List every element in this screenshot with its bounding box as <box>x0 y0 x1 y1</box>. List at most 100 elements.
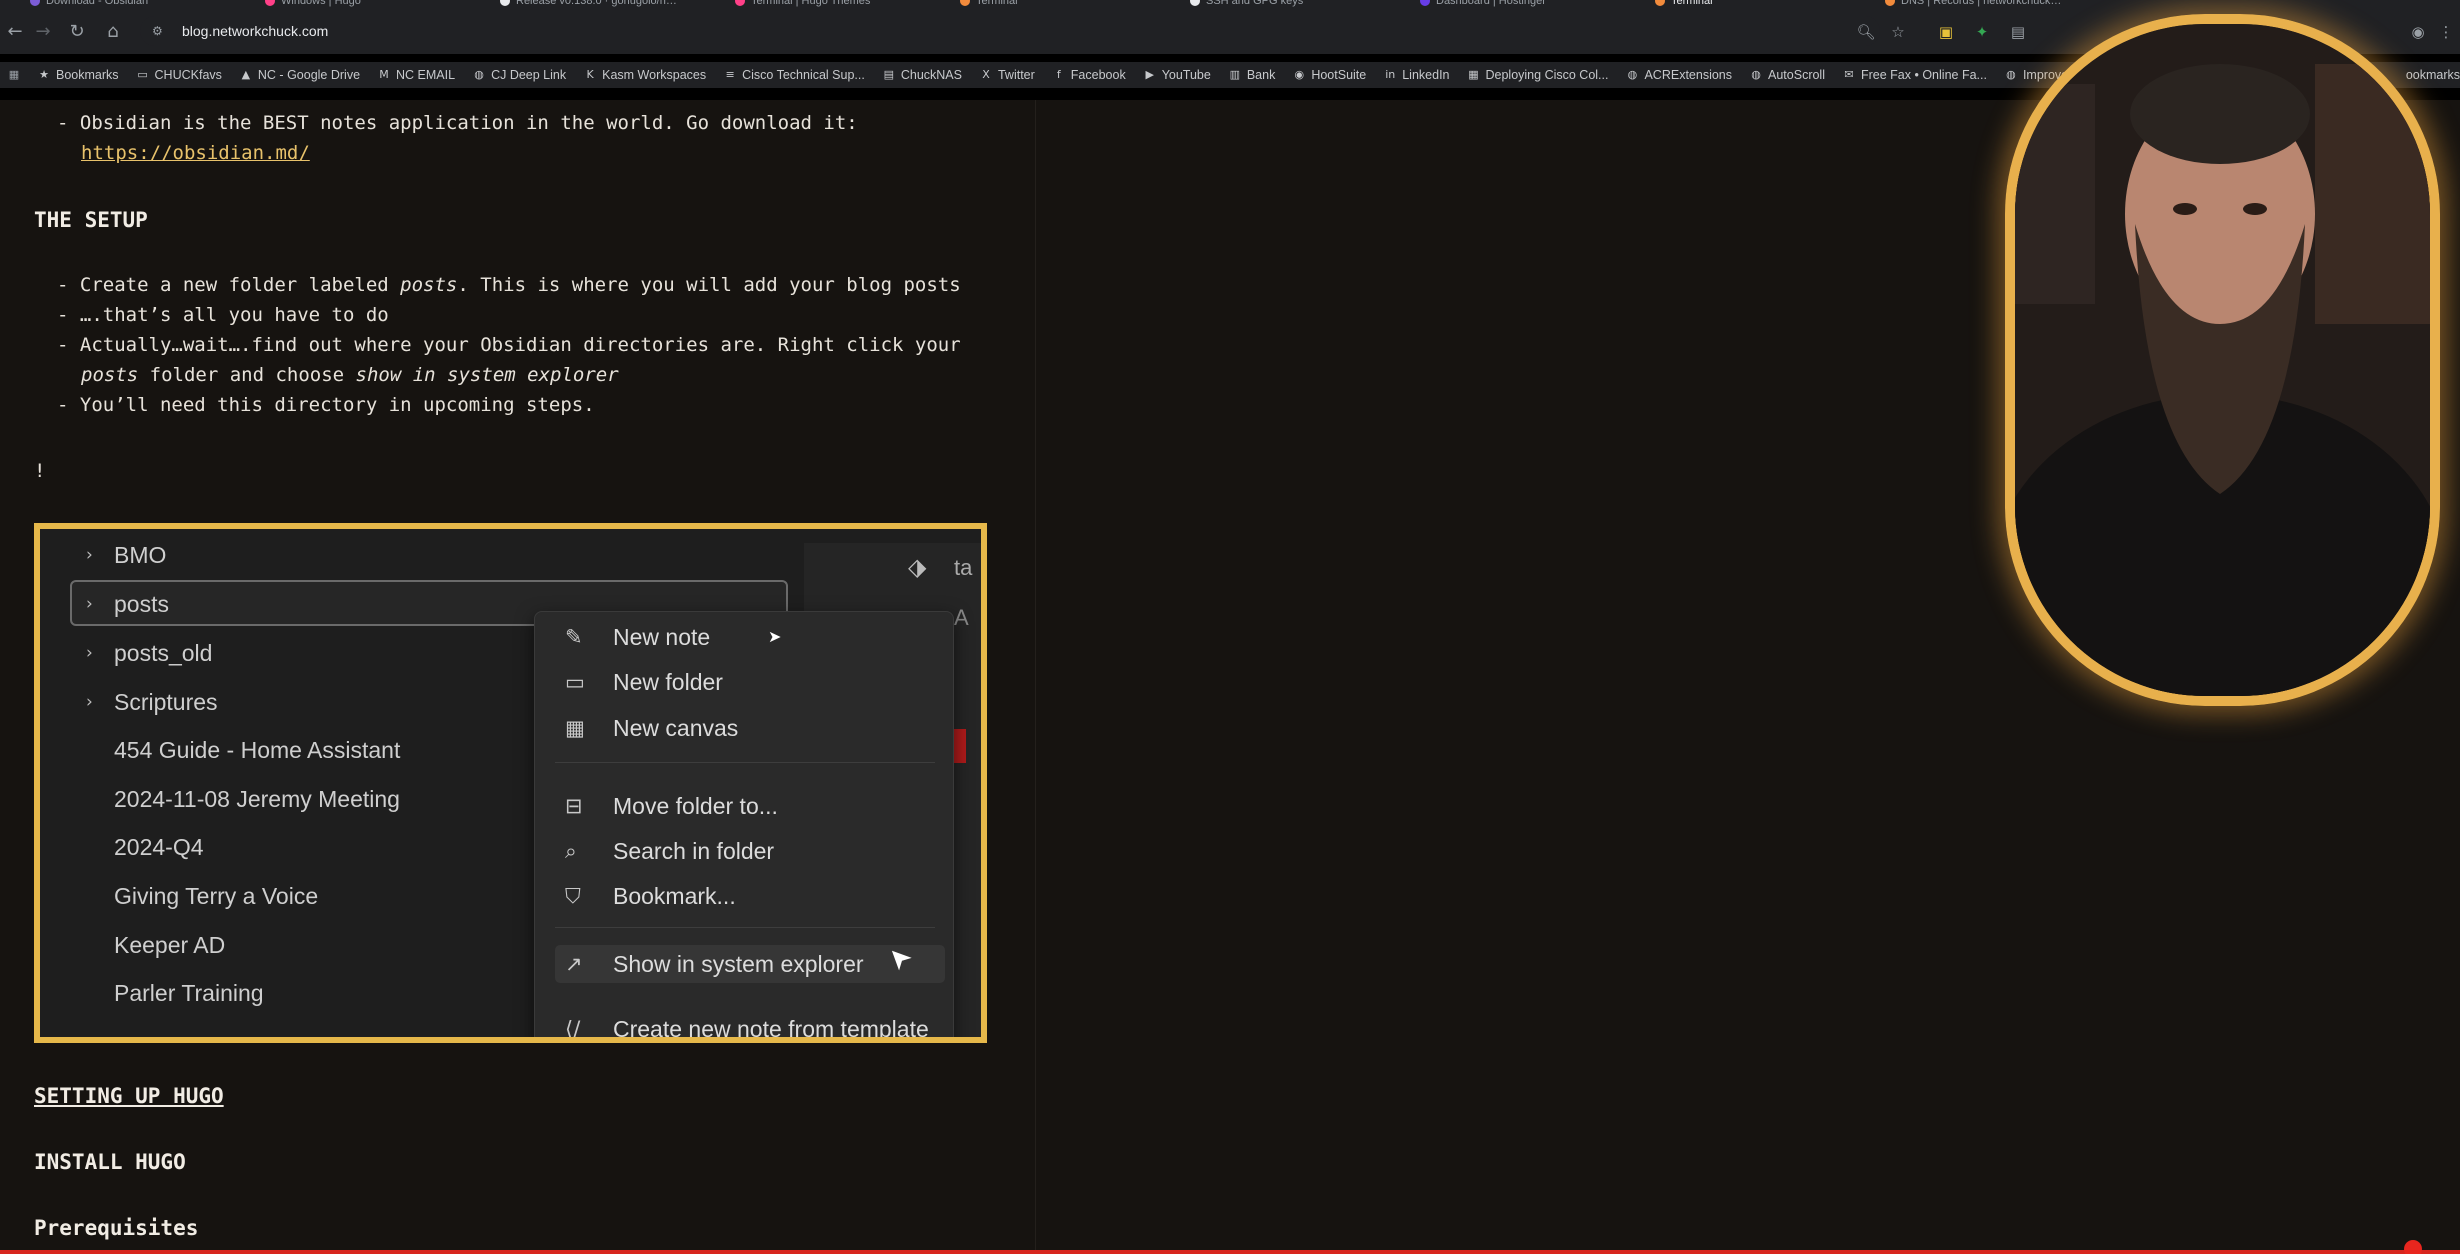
bookmark-item[interactable]: ★ Bookmarks <box>38 68 119 82</box>
setup-heading: THE SETUP <box>34 208 148 232</box>
bookmark-item[interactable]: ▤ ChuckNAS <box>883 68 962 82</box>
menu-icon[interactable]: ⋮ <box>2436 22 2456 42</box>
browser-tab[interactable]: DNS | Records | networkchuck… <box>1885 0 2061 8</box>
tree-folder[interactable]: › Scriptures <box>40 682 500 722</box>
tab-title: Dashboard | Hostinger <box>1436 0 1546 7</box>
chevron-right-icon[interactable]: › <box>86 643 93 663</box>
tree-file[interactable]: Keeper AD <box>40 925 500 965</box>
extension-icon-3[interactable]: ▤ <box>2008 22 2028 42</box>
setup-bullet-2: - ….that’s all you have to do <box>57 304 389 326</box>
context-menu-item[interactable]: ▭ New folder <box>555 663 945 701</box>
bookmark-item[interactable]: ▥ Bank <box>1229 68 1276 82</box>
tree-item-label: Keeper AD <box>114 931 226 958</box>
bookmark-item[interactable]: ▦ Deploying Cisco Col... <box>1468 68 1608 82</box>
canvas-icon: ▦ <box>565 716 585 740</box>
browser-tab[interactable]: Terminal <box>960 0 1018 8</box>
linkedin-icon: in <box>1385 68 1396 81</box>
tab-title: DNS | Records | networkchuck… <box>1901 0 2062 7</box>
tree-item-label: 454 Guide - Home Assistant <box>114 736 401 763</box>
bookmark-label: AutoScroll <box>1768 68 1825 82</box>
bookmark-label: Bank <box>1246 68 1276 82</box>
obsidian-link[interactable]: https://obsidian.md/ <box>81 142 310 164</box>
context-menu-item[interactable]: ✎ New note <box>555 618 945 656</box>
chevron-right-icon[interactable]: › <box>86 545 93 565</box>
context-menu-item[interactable]: ⌕ Search in folder <box>555 832 945 870</box>
tab-strip: Download - Obsidian Windows | Hugo Release… <box>0 0 2460 8</box>
star-icon: ★ <box>39 68 49 81</box>
video-progress-bar[interactable] <box>0 1250 2460 1254</box>
apps-icon[interactable]: ▦ <box>8 69 20 81</box>
bookmark-label: ChuckNAS <box>900 68 962 82</box>
browser-tab[interactable]: Download - Obsidian <box>30 0 148 8</box>
context-menu-label: Move folder to... <box>613 792 778 819</box>
edit-icon: ✎ <box>565 625 583 649</box>
bookmark-item[interactable]: ▭ CHUCKfavs <box>137 68 222 82</box>
browser-tab[interactable]: Windows | Hugo <box>265 0 361 8</box>
browser-tab[interactable]: Release v0.138.0 · gohugoio/h… <box>500 0 677 8</box>
bookmark-item[interactable]: ◍ AutoScroll <box>1750 68 1825 82</box>
tree-folder[interactable]: › posts_old <box>40 633 500 673</box>
cisco-icon: ≡ <box>725 68 735 81</box>
profile-icon[interactable]: ◉ <box>2408 22 2428 42</box>
browser-tab[interactable]: Terminal | Hugo Themes <box>735 0 870 8</box>
tree-file[interactable]: Giving Terry a Voice <box>40 876 500 916</box>
bookmark-label: NC - Google Drive <box>257 68 361 82</box>
hootsuite-icon: ◉ <box>1294 68 1305 81</box>
extension-icon[interactable]: ▣ <box>1936 22 1956 42</box>
context-menu-item[interactable]: ⊟ Move folder to... <box>555 787 945 825</box>
kasm-icon: K <box>586 68 594 81</box>
browser-tab[interactable]: Terminal <box>1655 0 1713 8</box>
bookmark-item[interactable]: ◍ ACRExtensions <box>1626 68 1732 82</box>
chevron-right-icon[interactable]: › <box>86 692 93 712</box>
presenter-image <box>2015 24 2430 696</box>
browser-tab[interactable]: SSH and GPG keys <box>1190 0 1303 8</box>
zoom-icon[interactable]: 🔍︎ <box>1856 22 1876 42</box>
context-menu-item[interactable]: ⟨/ Create new note from template <box>555 1010 945 1038</box>
bookmark-item[interactable]: M NC EMAIL <box>378 68 455 82</box>
tree-file[interactable]: Parler Training <box>40 973 500 1013</box>
bookmark-item[interactable]: ▶ YouTube <box>1144 68 1211 82</box>
tree-file[interactable]: 2024-11-08 Jeremy Meeting <box>40 779 500 819</box>
fax-icon: ✉ <box>1844 68 1854 81</box>
reload-icon[interactable]: ↻ <box>62 16 92 46</box>
tree-folder[interactable]: › BMO <box>40 535 500 575</box>
address-bar[interactable]: ⚙ blog.networkchuck.com <box>140 16 1880 46</box>
extension-icon-2[interactable]: ✦ <box>1972 22 1992 42</box>
home-icon[interactable]: ⌂ <box>98 16 128 46</box>
move-icon: ⊟ <box>565 794 583 818</box>
bookmark-item[interactable]: ◍ CJ Deep Link <box>473 68 566 82</box>
bookmark-item[interactable]: ▲ NC - Google Drive <box>240 68 360 82</box>
globe-icon: ◍ <box>2006 68 2016 81</box>
chevron-right-icon[interactable]: › <box>86 594 93 614</box>
bookmark-label: YouTube <box>1161 68 1211 82</box>
tree-item-label: posts <box>114 590 169 617</box>
bookmark-item[interactable]: K Kasm Workspaces <box>584 68 707 82</box>
site-info-icon[interactable]: ⚙ <box>152 24 166 38</box>
tree-folder[interactable]: › posts <box>40 584 500 624</box>
drive-icon: ▲ <box>241 68 251 81</box>
bookmark-item[interactable]: f Facebook <box>1053 68 1126 82</box>
bookmark-item[interactable]: ✉ Free Fax • Online Fa... <box>1843 68 1987 82</box>
context-menu-item[interactable]: ▦ New canvas <box>555 709 945 747</box>
tree-file[interactable]: 454 Guide - Home Assistant <box>40 730 500 770</box>
tab-favicon-icon <box>1420 0 1430 6</box>
bookmark-star-icon[interactable]: ☆ <box>1888 22 1908 42</box>
tree-item-label: Parler Training <box>114 979 264 1006</box>
tree-item-label: BMO <box>114 541 167 568</box>
bookmark-item[interactable]: X Twitter <box>980 68 1035 82</box>
tab-title: Terminal <box>976 0 1018 7</box>
bookmarks-overflow[interactable]: ookmarks <box>2406 68 2460 82</box>
bookmark-item[interactable]: ◉ HootSuite <box>1293 68 1367 82</box>
bookmark-label: Bookmarks <box>56 68 119 82</box>
back-icon[interactable]: ← <box>0 16 30 46</box>
nas-icon: ▤ <box>883 68 895 81</box>
bookmark-item[interactable]: in LinkedIn <box>1384 68 1449 82</box>
tree-file[interactable]: 2024-Q4 <box>40 827 500 867</box>
bookmark-item[interactable]: ≡ Cisco Technical Sup... <box>724 68 864 82</box>
bookmark-label: Facebook <box>1070 68 1126 82</box>
globe-icon: ◍ <box>1627 68 1638 81</box>
browser-tab[interactable]: Dashboard | Hostinger <box>1420 0 1546 8</box>
forward-icon[interactable]: → <box>28 16 58 46</box>
context-menu-item[interactable]: ⛉ Bookmark... <box>555 877 945 915</box>
progress-scrubber[interactable] <box>2404 1240 2422 1254</box>
